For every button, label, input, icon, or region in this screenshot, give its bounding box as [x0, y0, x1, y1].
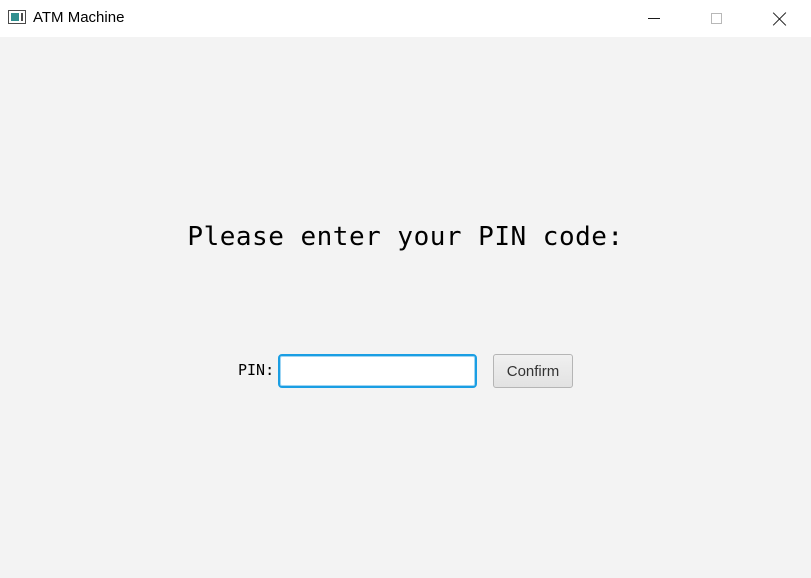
minimize-button[interactable]: [631, 0, 677, 37]
pin-prompt-heading: Please enter your PIN code:: [187, 222, 624, 252]
close-button[interactable]: [757, 0, 803, 37]
window-title: ATM Machine: [33, 9, 125, 26]
maximize-button[interactable]: [693, 0, 739, 37]
close-icon: [773, 12, 787, 26]
main-panel: Please enter your PIN code: PIN: Confirm: [0, 37, 811, 578]
minimize-icon: [648, 18, 660, 19]
confirm-button[interactable]: Confirm: [493, 354, 573, 388]
app-window-icon: [8, 10, 26, 24]
pin-label: PIN:: [238, 361, 275, 379]
maximize-icon: [710, 13, 722, 24]
title-bar: ATM Machine: [0, 0, 811, 37]
pin-input[interactable]: [278, 354, 477, 388]
